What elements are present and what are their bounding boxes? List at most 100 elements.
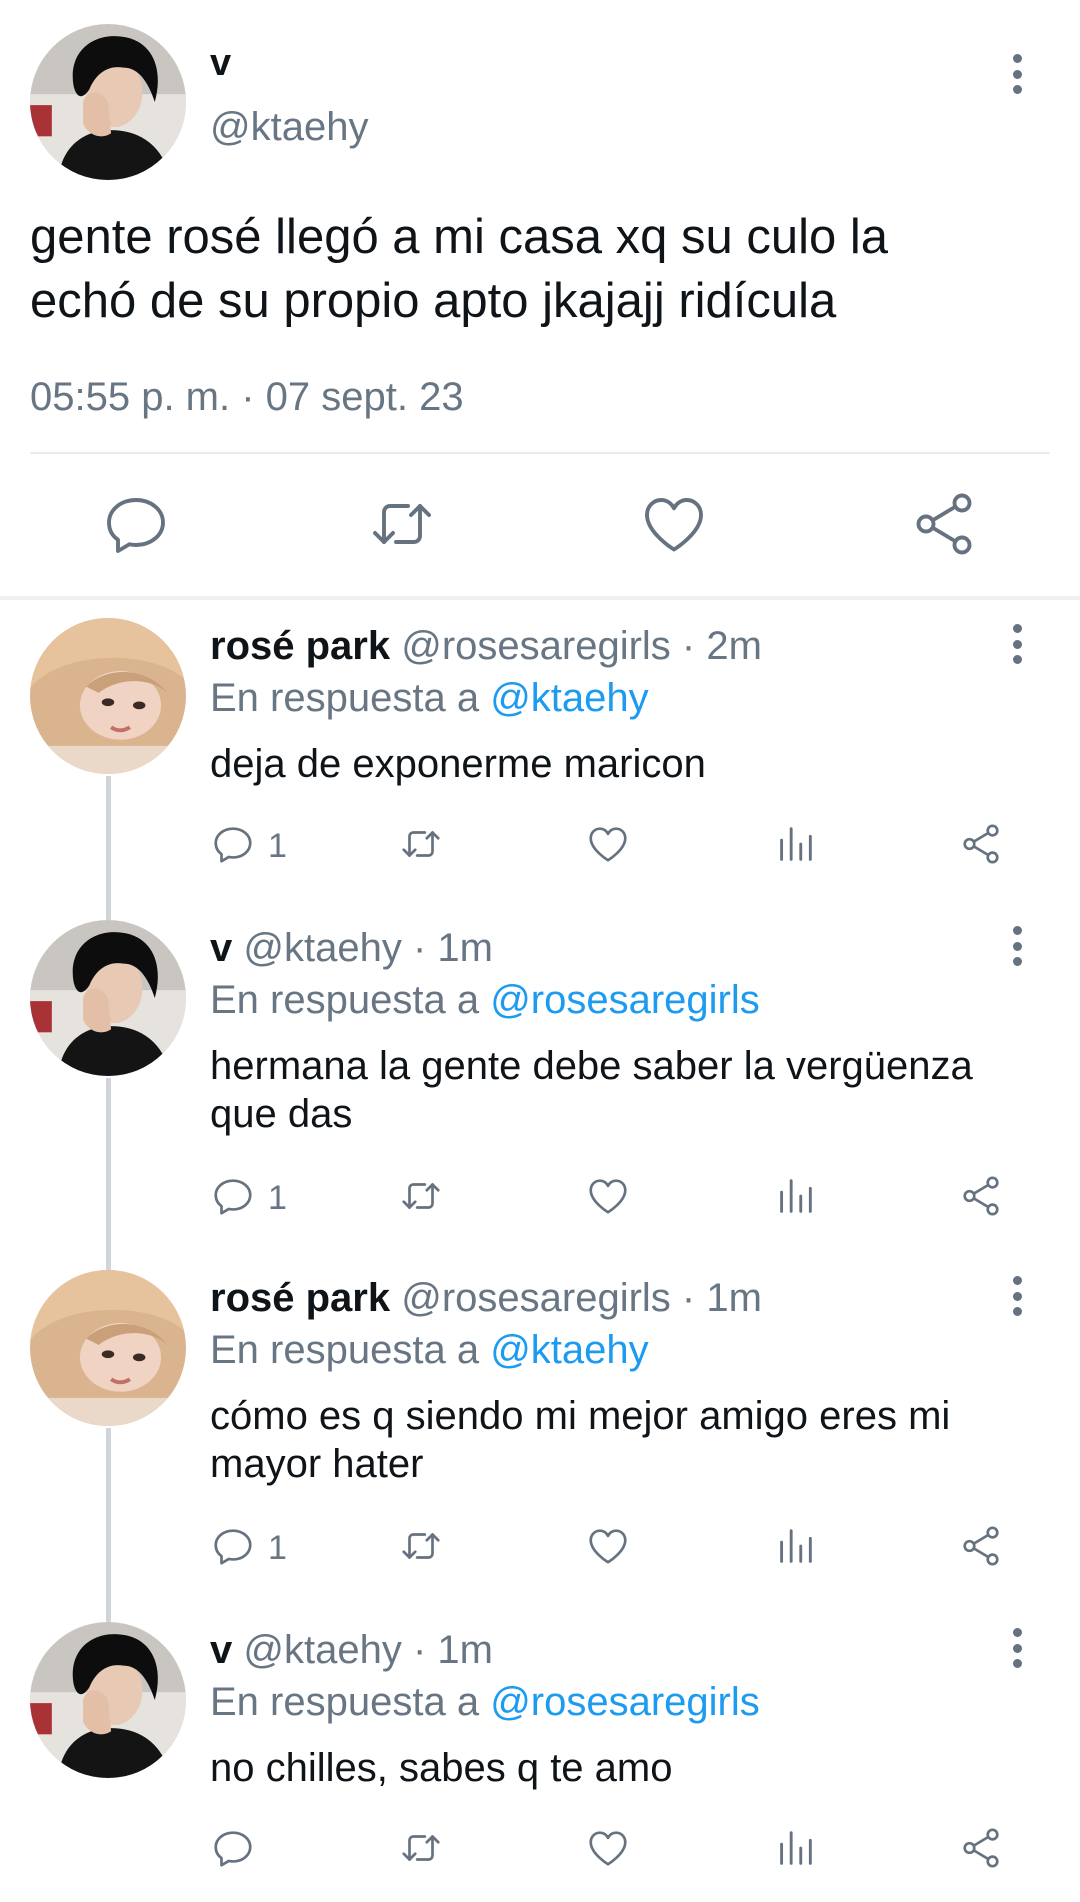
share-icon[interactable] xyxy=(958,821,1004,872)
tweet-text-line: deja de exponerme maricon xyxy=(210,742,706,786)
avatar[interactable] xyxy=(30,1622,186,1778)
views-icon[interactable] xyxy=(772,1173,818,1224)
reply-icon[interactable] xyxy=(210,1825,256,1876)
reply-tweet[interactable]: rosé park @rosesaregirls · 2m En respues… xyxy=(0,618,1080,888)
like-heart-icon[interactable] xyxy=(585,1825,631,1876)
display-name[interactable]: rosé park xyxy=(210,624,390,668)
like-heart-icon[interactable] xyxy=(585,821,631,872)
retweet-icon[interactable] xyxy=(398,821,444,872)
divider xyxy=(30,452,1050,454)
share-action[interactable] xyxy=(958,1170,1004,1226)
tweet-thread-page: v @ktaehy gente rosé llegó a mi casa xq … xyxy=(0,0,1080,1902)
mention-link[interactable]: @ktaehy xyxy=(490,676,648,720)
tweet-text-line: echó de su propio apto jkajajj ridícula xyxy=(30,274,837,328)
more-options-icon[interactable] xyxy=(1005,1276,1029,1316)
more-options-icon[interactable] xyxy=(1005,1628,1029,1668)
avatar[interactable] xyxy=(30,920,186,1076)
in-reply-to: En respuesta a @ktaehy xyxy=(210,1326,649,1374)
like-action[interactable] xyxy=(585,818,631,874)
tweet-text: deja de exponerme maricon xyxy=(210,740,1040,788)
user-handle[interactable]: @ktaehy xyxy=(210,104,368,150)
reply-icon[interactable] xyxy=(210,1173,256,1224)
views-action[interactable] xyxy=(772,1520,818,1576)
mention-link[interactable]: @ktaehy xyxy=(490,1328,648,1372)
tweet-action-bar xyxy=(0,488,1080,568)
tweet-text: hermana la gente debe saber la vergüenza… xyxy=(210,1042,1040,1138)
like-action[interactable] xyxy=(585,1822,631,1878)
reply-tweet[interactable]: rosé park @rosesaregirls · 1m En respues… xyxy=(0,1270,1080,1610)
share-icon[interactable] xyxy=(958,1825,1004,1876)
reply-tweet[interactable]: v @ktaehy · 1m En respuesta a @rosesareg… xyxy=(0,1622,1080,1902)
avatar[interactable] xyxy=(30,618,186,774)
reply-count: 1 xyxy=(268,1528,287,1567)
reply-count: 1 xyxy=(268,1178,287,1217)
reply-icon[interactable] xyxy=(210,821,256,872)
tweet-text-line: que das xyxy=(210,1092,353,1136)
tweet-text: cómo es q siendo mi mejor amigo eres mi … xyxy=(210,1392,1040,1488)
reply-icon[interactable] xyxy=(100,488,172,560)
display-name[interactable]: v xyxy=(210,1628,232,1672)
in-reply-label: En respuesta a xyxy=(210,978,480,1022)
share-icon[interactable] xyxy=(958,1173,1004,1224)
views-icon[interactable] xyxy=(772,1523,818,1574)
like-heart-icon[interactable] xyxy=(585,1523,631,1574)
reply-icon[interactable] xyxy=(210,1523,256,1574)
handle-and-time: @rosesaregirls · 2m xyxy=(401,624,762,668)
mention-link[interactable]: @rosesaregirls xyxy=(490,978,760,1022)
reply-action-bar xyxy=(0,1822,1080,1878)
share-action[interactable] xyxy=(958,1822,1004,1878)
reply-header: rosé park @rosesaregirls · 2m xyxy=(210,622,762,670)
in-reply-to: En respuesta a @rosesaregirls xyxy=(210,976,760,1024)
handle-and-time: @ktaehy · 1m xyxy=(243,1628,493,1672)
views-action[interactable] xyxy=(772,1822,818,1878)
reply-header: v @ktaehy · 1m xyxy=(210,1626,493,1674)
share-icon[interactable] xyxy=(908,488,980,560)
avatar[interactable] xyxy=(30,1270,186,1426)
main-tweet: v @ktaehy gente rosé llegó a mi casa xq … xyxy=(0,0,1080,598)
reply-action-bar: 1 xyxy=(0,818,1080,874)
retweet-action[interactable] xyxy=(398,1170,444,1226)
tweet-timestamp: 05:55 p. m. · 07 sept. 23 xyxy=(30,375,464,419)
handle-and-time: @rosesaregirls · 1m xyxy=(401,1276,762,1320)
display-name[interactable]: v xyxy=(210,926,232,970)
display-name[interactable]: v xyxy=(210,40,231,86)
retweet-icon[interactable] xyxy=(398,1825,444,1876)
in-reply-label: En respuesta a xyxy=(210,1328,480,1372)
reply-header: v @ktaehy · 1m xyxy=(210,924,493,972)
views-action[interactable] xyxy=(772,818,818,874)
more-options-icon[interactable] xyxy=(1005,926,1029,966)
retweet-icon[interactable] xyxy=(398,1173,444,1224)
like-action[interactable] xyxy=(585,1520,631,1576)
retweet-icon[interactable] xyxy=(366,488,438,560)
retweet-action[interactable] xyxy=(398,1520,444,1576)
more-options-icon[interactable] xyxy=(1005,54,1029,94)
tweet-text-line: hermana la gente debe saber la vergüenza xyxy=(210,1044,973,1088)
mention-link[interactable]: @rosesaregirls xyxy=(490,1680,760,1724)
like-action[interactable] xyxy=(585,1170,631,1226)
tweet-text-line: gente rosé llegó a mi casa xq su culo la xyxy=(30,210,888,264)
in-reply-label: En respuesta a xyxy=(210,1680,480,1724)
more-options-icon[interactable] xyxy=(1005,624,1029,664)
views-icon[interactable] xyxy=(772,1825,818,1876)
views-icon[interactable] xyxy=(772,821,818,872)
like-heart-icon[interactable] xyxy=(638,488,710,560)
in-reply-label: En respuesta a xyxy=(210,676,480,720)
views-action[interactable] xyxy=(772,1170,818,1226)
reply-action[interactable]: 1 xyxy=(210,1520,287,1576)
tweet-text-line: mayor hater xyxy=(210,1442,424,1486)
retweet-action[interactable] xyxy=(398,1822,444,1878)
reply-count: 1 xyxy=(268,826,287,865)
retweet-icon[interactable] xyxy=(398,1523,444,1574)
like-heart-icon[interactable] xyxy=(585,1173,631,1224)
share-action[interactable] xyxy=(958,818,1004,874)
tweet-text-line: no chilles, sabes q te amo xyxy=(210,1746,673,1790)
reply-action[interactable] xyxy=(210,1822,268,1878)
share-action[interactable] xyxy=(958,1520,1004,1576)
retweet-action[interactable] xyxy=(398,818,444,874)
share-icon[interactable] xyxy=(958,1523,1004,1574)
avatar[interactable] xyxy=(30,24,186,180)
reply-tweet[interactable]: v @ktaehy · 1m En respuesta a @rosesareg… xyxy=(0,920,1080,1260)
reply-action[interactable]: 1 xyxy=(210,1170,287,1226)
reply-action[interactable]: 1 xyxy=(210,818,287,874)
display-name[interactable]: rosé park xyxy=(210,1276,390,1320)
